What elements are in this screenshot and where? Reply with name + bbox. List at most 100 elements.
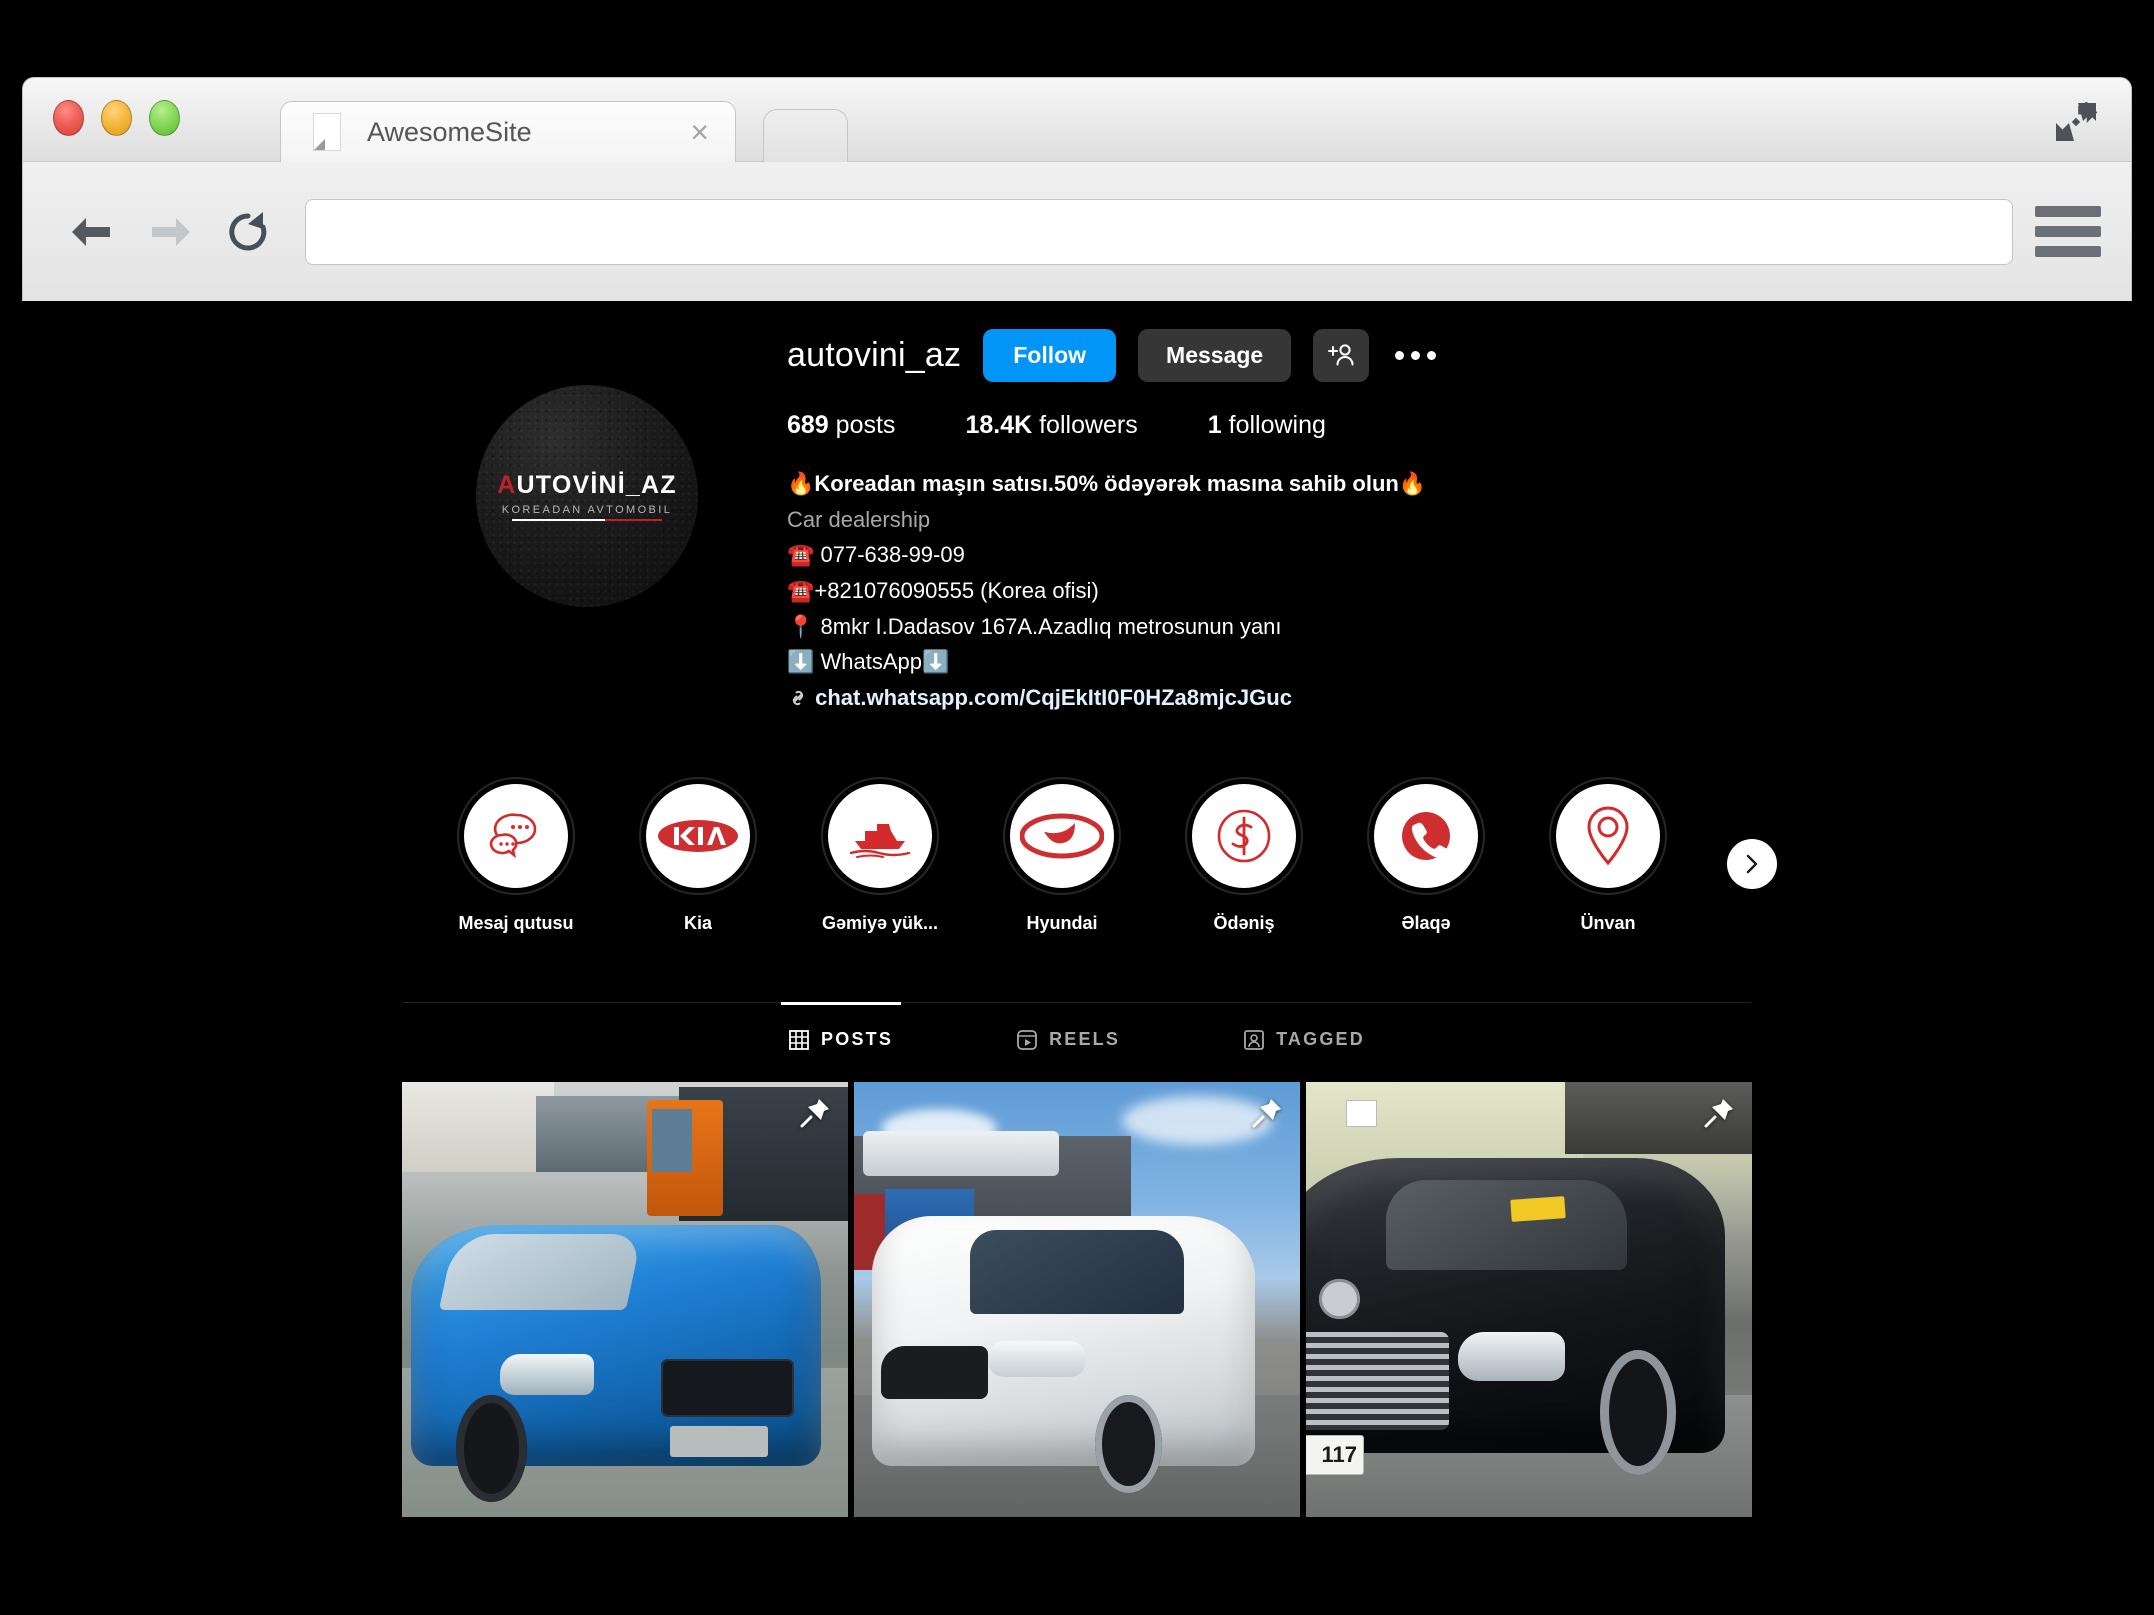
following-label: following	[1228, 411, 1326, 439]
highlight-cover	[1192, 784, 1296, 889]
post-image-mercedes: 117	[1306, 1082, 1752, 1517]
close-tab-icon[interactable]: ×	[690, 116, 709, 148]
highlight-elaqe[interactable]: Əlaqə	[1363, 777, 1489, 934]
browser-window: AwesomeSite ×	[22, 77, 2132, 301]
avatar-logo-rest: UTOVİNİ_AZ	[516, 471, 677, 499]
username: autovini_az	[787, 335, 962, 374]
highlight-label: Gəmiyə yük...	[821, 913, 939, 934]
highlight-hyundai[interactable]: Hyundai	[999, 777, 1125, 934]
username-row: autovini_az Follow Message	[787, 327, 1767, 383]
highlight-ring	[821, 777, 939, 896]
highlight-mesaj-qutusu[interactable]: Mesaj qutusu	[453, 777, 579, 934]
bio-whatsapp: ⬇️ WhatsApp⬇️	[787, 649, 950, 675]
posts-stat: 689 posts	[787, 411, 895, 440]
tab-title: AwesomeSite	[367, 116, 532, 147]
hyundai-logo-icon	[1020, 813, 1104, 859]
license-plate: 117	[1306, 1434, 1364, 1475]
bio-category: Car dealership	[787, 506, 931, 532]
bio-phone-primary: ☎️ 077-638-99-09	[787, 542, 965, 568]
expand-icon[interactable]	[2053, 100, 2099, 144]
highlight-label: Mesaj qutusu	[458, 913, 574, 934]
maximize-window-button[interactable]	[149, 100, 180, 136]
grid-icon	[789, 1029, 809, 1050]
avatar-subtitle: KOREADAN AVTOMOBIL	[501, 504, 673, 516]
follow-button[interactable]: Follow	[983, 328, 1117, 382]
highlight-ring	[639, 777, 757, 896]
window-controls	[53, 100, 180, 136]
post-thumbnail[interactable]	[854, 1082, 1300, 1517]
highlight-ring	[1185, 777, 1303, 896]
tab-label: TAGGED	[1276, 1029, 1365, 1050]
bio-link-row: chat.whatsapp.com/CqjEkItI0F0HZa8mjcJGuc	[787, 680, 1767, 716]
highlight-label: Kia	[683, 913, 712, 934]
highlight-kia[interactable]: Kia	[635, 777, 761, 934]
followers-count: 18.4K	[965, 411, 1033, 439]
add-user-button[interactable]	[1313, 328, 1370, 382]
followers-stat[interactable]: 18.4K followers	[965, 411, 1137, 440]
tab-reels[interactable]: REELS	[1017, 1003, 1120, 1072]
link-icon	[792, 690, 804, 705]
highlight-ring	[1003, 777, 1121, 896]
profile-header: AUTOVİNİ_AZ KOREADAN AVTOMOBIL autovini_…	[387, 319, 1767, 715]
post-thumbnail[interactable]: 117	[1306, 1082, 1752, 1517]
bio: 🔥Koreadan maşın satısı.50% ödəyərək ması…	[787, 466, 1767, 715]
dot-icon	[1410, 350, 1420, 360]
dollar-icon	[1217, 810, 1271, 863]
chevron-right-icon	[1746, 855, 1758, 874]
avatar[interactable]: AUTOVİNİ_AZ KOREADAN AVTOMOBIL	[476, 385, 698, 607]
tab-tagged[interactable]: TAGGED	[1244, 1003, 1365, 1072]
highlight-label: Ödəniş	[1213, 913, 1275, 934]
pinned-post-icon	[1252, 1099, 1281, 1128]
browser-titlebar: AwesomeSite ×	[23, 78, 2131, 162]
followers-label: followers	[1039, 411, 1138, 439]
reload-button[interactable]	[209, 202, 287, 262]
highlight-label: Hyundai	[1026, 913, 1098, 934]
highlights-next-button[interactable]	[1727, 839, 1777, 890]
story-highlights: Mesaj qutusu Kia Gəmiyə yük... Hyundai Ö…	[387, 777, 1777, 934]
avatar-underline	[512, 519, 662, 521]
post-thumbnail[interactable]	[402, 1082, 848, 1517]
page-content: AUTOVİNİ_AZ KOREADAN AVTOMOBIL autovini_…	[22, 301, 2132, 1517]
browser-tab[interactable]: AwesomeSite ×	[280, 101, 736, 162]
highlight-cover	[828, 784, 932, 889]
close-window-button[interactable]	[53, 100, 84, 136]
bio-link[interactable]: chat.whatsapp.com/CqjEkItI0F0HZa8mjcJGuc	[815, 685, 1292, 710]
highlight-cover	[1010, 784, 1114, 889]
browser-menu-icon[interactable]	[2035, 202, 2101, 262]
back-button[interactable]	[53, 202, 131, 262]
more-options-button[interactable]	[1391, 329, 1439, 382]
highlight-odenis[interactable]: Ödəniş	[1181, 777, 1307, 934]
highlight-cover	[1374, 784, 1478, 889]
following-stat[interactable]: 1 following	[1208, 411, 1326, 440]
highlight-cover	[1556, 784, 1660, 889]
profile-info: autovini_az Follow Message 689 posts 18.…	[787, 319, 1767, 715]
new-tab-button[interactable]	[763, 109, 848, 162]
pinned-post-icon	[800, 1099, 829, 1128]
avatar-column: AUTOVİNİ_AZ KOREADAN AVTOMOBIL	[387, 319, 787, 607]
highlight-gemiye-yuk[interactable]: Gəmiyə yük...	[817, 777, 943, 934]
reels-icon	[1017, 1029, 1037, 1050]
minimize-window-button[interactable]	[101, 100, 132, 136]
phone-icon	[1402, 812, 1450, 861]
address-bar[interactable]	[305, 198, 2013, 265]
license-plate-number: 117	[1321, 1441, 1357, 1467]
avatar-logo-initial: A	[497, 471, 517, 499]
highlight-unvan[interactable]: Ünvan	[1545, 777, 1671, 934]
forward-button[interactable]	[131, 202, 209, 262]
dot-icon	[1394, 350, 1404, 360]
posts-label: posts	[835, 411, 896, 439]
tab-label: POSTS	[821, 1029, 894, 1050]
page-favicon-icon	[313, 113, 341, 151]
posts-grid: 117	[402, 1082, 1752, 1517]
highlight-ring	[1367, 777, 1485, 896]
tab-label: REELS	[1049, 1029, 1121, 1050]
tab-posts[interactable]: POSTS	[781, 1002, 902, 1072]
add-person-icon	[1328, 344, 1354, 366]
profile-tabs: POSTS REELS TAGGED	[387, 1002, 1767, 1072]
kia-logo-icon	[658, 820, 738, 853]
bio-address: 📍 8mkr I.Dadasov 167A.Azadlıq metrosunun…	[787, 613, 1282, 639]
bio-title: 🔥Koreadan maşın satısı.50% ödəyərək ması…	[787, 471, 1427, 496]
avatar-logo-text: AUTOVİNİ_AZ	[497, 471, 676, 500]
message-button[interactable]: Message	[1138, 328, 1292, 382]
profile-container: AUTOVİNİ_AZ KOREADAN AVTOMOBIL autovini_…	[387, 301, 1777, 1517]
